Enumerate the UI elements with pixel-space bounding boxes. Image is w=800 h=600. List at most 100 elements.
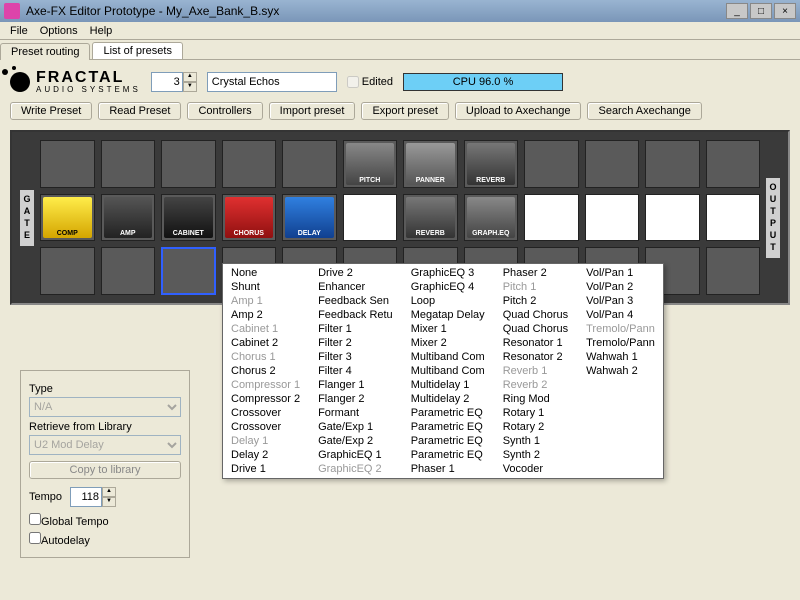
- cabinet-block[interactable]: CABINET: [164, 197, 213, 239]
- retrieve-select[interactable]: U2 Mod Delay: [29, 435, 181, 455]
- dropdown-item[interactable]: Compressor 1: [229, 378, 302, 392]
- maximize-button[interactable]: □: [750, 3, 772, 19]
- preset-number-down-button[interactable]: ▼: [183, 82, 197, 92]
- write-preset-button[interactable]: Write Preset: [10, 102, 92, 120]
- dropdown-item[interactable]: Multiband Com: [409, 350, 487, 364]
- dropdown-item[interactable]: Parametric EQ: [409, 448, 487, 462]
- dropdown-item[interactable]: Amp 1: [229, 294, 302, 308]
- slot-0-1[interactable]: [101, 140, 156, 188]
- preset-number-spinner[interactable]: ▲ ▼: [151, 72, 197, 92]
- type-select[interactable]: N/A: [29, 397, 181, 417]
- dropdown-item[interactable]: Delay 2: [229, 448, 302, 462]
- dropdown-item[interactable]: Resonator 2: [501, 350, 570, 364]
- dropdown-item[interactable]: Vol/Pan 2: [584, 280, 657, 294]
- tab-preset-routing[interactable]: Preset routing: [0, 43, 90, 60]
- dropdown-item[interactable]: Phaser 1: [409, 462, 487, 476]
- slot-0-10[interactable]: [645, 140, 700, 188]
- slot-0-2[interactable]: [161, 140, 216, 188]
- slot-2-11[interactable]: [706, 247, 761, 295]
- upload-axechange-button[interactable]: Upload to Axechange: [455, 102, 582, 120]
- dropdown-item[interactable]: Feedback Retu: [316, 308, 395, 322]
- dropdown-item[interactable]: Pitch 2: [501, 294, 570, 308]
- dropdown-item[interactable]: Parametric EQ: [409, 420, 487, 434]
- dropdown-item[interactable]: Drive 2: [316, 266, 395, 280]
- dropdown-item[interactable]: Tremolo/Pann: [584, 336, 657, 350]
- slot-2-0[interactable]: [40, 247, 95, 295]
- pitch-block[interactable]: PITCH: [346, 143, 395, 185]
- read-preset-button[interactable]: Read Preset: [98, 102, 181, 120]
- dropdown-item[interactable]: Filter 4: [316, 364, 395, 378]
- slot-1-1[interactable]: AMP: [101, 194, 156, 242]
- edited-checkbox[interactable]: Edited: [347, 76, 393, 88]
- dropdown-item[interactable]: Feedback Sen: [316, 294, 395, 308]
- amp-block[interactable]: AMP: [104, 197, 153, 239]
- slot-1-2[interactable]: CABINET: [161, 194, 216, 242]
- dropdown-item[interactable]: Gate/Exp 2: [316, 434, 395, 448]
- autodelay-checkbox[interactable]: Autodelay: [29, 532, 181, 547]
- slot-0-3[interactable]: [222, 140, 277, 188]
- dropdown-item[interactable]: Synth 1: [501, 434, 570, 448]
- tempo-down-button[interactable]: ▼: [102, 497, 116, 507]
- tempo-input[interactable]: [70, 487, 102, 507]
- dropdown-item[interactable]: Megatap Delay: [409, 308, 487, 322]
- chorus-block[interactable]: CHORUS: [225, 197, 274, 239]
- dropdown-item[interactable]: Ring Mod: [501, 392, 570, 406]
- copy-library-button[interactable]: Copy to library: [29, 461, 181, 479]
- tempo-spinner[interactable]: ▲ ▼: [70, 487, 116, 507]
- preset-number-input[interactable]: [151, 72, 183, 92]
- dropdown-item[interactable]: Vol/Pan 3: [584, 294, 657, 308]
- dropdown-item[interactable]: Flanger 2: [316, 392, 395, 406]
- tempo-up-button[interactable]: ▲: [102, 487, 116, 497]
- slot-0-5[interactable]: PITCH: [343, 140, 398, 188]
- reverb-block-2[interactable]: REVERB: [406, 197, 455, 239]
- export-preset-button[interactable]: Export preset: [361, 102, 448, 120]
- slot-0-7[interactable]: REVERB: [464, 140, 519, 188]
- global-tempo-checkbox[interactable]: Global Tempo: [29, 513, 181, 528]
- comp-block[interactable]: COMP: [43, 197, 92, 239]
- dropdown-item[interactable]: Wahwah 2: [584, 364, 657, 378]
- slot-0-0[interactable]: [40, 140, 95, 188]
- delay-block[interactable]: DELAY: [285, 197, 334, 239]
- slot-1-11[interactable]: [706, 194, 761, 242]
- preset-name-input[interactable]: [207, 72, 337, 92]
- menu-options[interactable]: Options: [34, 25, 84, 37]
- dropdown-item[interactable]: GraphicEQ 2: [316, 462, 395, 476]
- dropdown-item[interactable]: Vol/Pan 1: [584, 266, 657, 280]
- slot-1-6[interactable]: REVERB: [403, 194, 458, 242]
- dropdown-item[interactable]: Resonator 1: [501, 336, 570, 350]
- slot-1-3[interactable]: CHORUS: [222, 194, 277, 242]
- dropdown-item[interactable]: Crossover: [229, 406, 302, 420]
- dropdown-item[interactable]: Tremolo/Pann: [584, 322, 657, 336]
- slot-1-8[interactable]: [524, 194, 579, 242]
- dropdown-item[interactable]: Phaser 2: [501, 266, 570, 280]
- dropdown-item[interactable]: Flanger 1: [316, 378, 395, 392]
- dropdown-item[interactable]: None: [229, 266, 302, 280]
- dropdown-item[interactable]: Filter 3: [316, 350, 395, 364]
- slot-0-9[interactable]: [585, 140, 640, 188]
- dropdown-item[interactable]: Chorus 2: [229, 364, 302, 378]
- dropdown-item[interactable]: Vol/Pan 4: [584, 308, 657, 322]
- slot-0-11[interactable]: [706, 140, 761, 188]
- menu-help[interactable]: Help: [84, 25, 119, 37]
- dropdown-item[interactable]: Multidelay 1: [409, 378, 487, 392]
- dropdown-item[interactable]: Rotary 1: [501, 406, 570, 420]
- slot-1-9[interactable]: [585, 194, 640, 242]
- tab-list-of-presets[interactable]: List of presets: [92, 42, 182, 59]
- minimize-button[interactable]: _: [726, 3, 748, 19]
- menu-file[interactable]: File: [4, 25, 34, 37]
- dropdown-item[interactable]: Delay 1: [229, 434, 302, 448]
- dropdown-item[interactable]: Filter 1: [316, 322, 395, 336]
- dropdown-item[interactable]: Synth 2: [501, 448, 570, 462]
- dropdown-item[interactable]: Shunt: [229, 280, 302, 294]
- dropdown-item[interactable]: Wahwah 1: [584, 350, 657, 364]
- dropdown-item[interactable]: GraphicEQ 3: [409, 266, 487, 280]
- slot-1-5[interactable]: [343, 194, 398, 242]
- dropdown-item[interactable]: Formant: [316, 406, 395, 420]
- slot-2-2-selected[interactable]: [161, 247, 216, 295]
- dropdown-item[interactable]: Mixer 1: [409, 322, 487, 336]
- dropdown-item[interactable]: Gate/Exp 1: [316, 420, 395, 434]
- controllers-button[interactable]: Controllers: [187, 102, 262, 120]
- slot-0-4[interactable]: [282, 140, 337, 188]
- dropdown-item[interactable]: Parametric EQ: [409, 434, 487, 448]
- import-preset-button[interactable]: Import preset: [269, 102, 356, 120]
